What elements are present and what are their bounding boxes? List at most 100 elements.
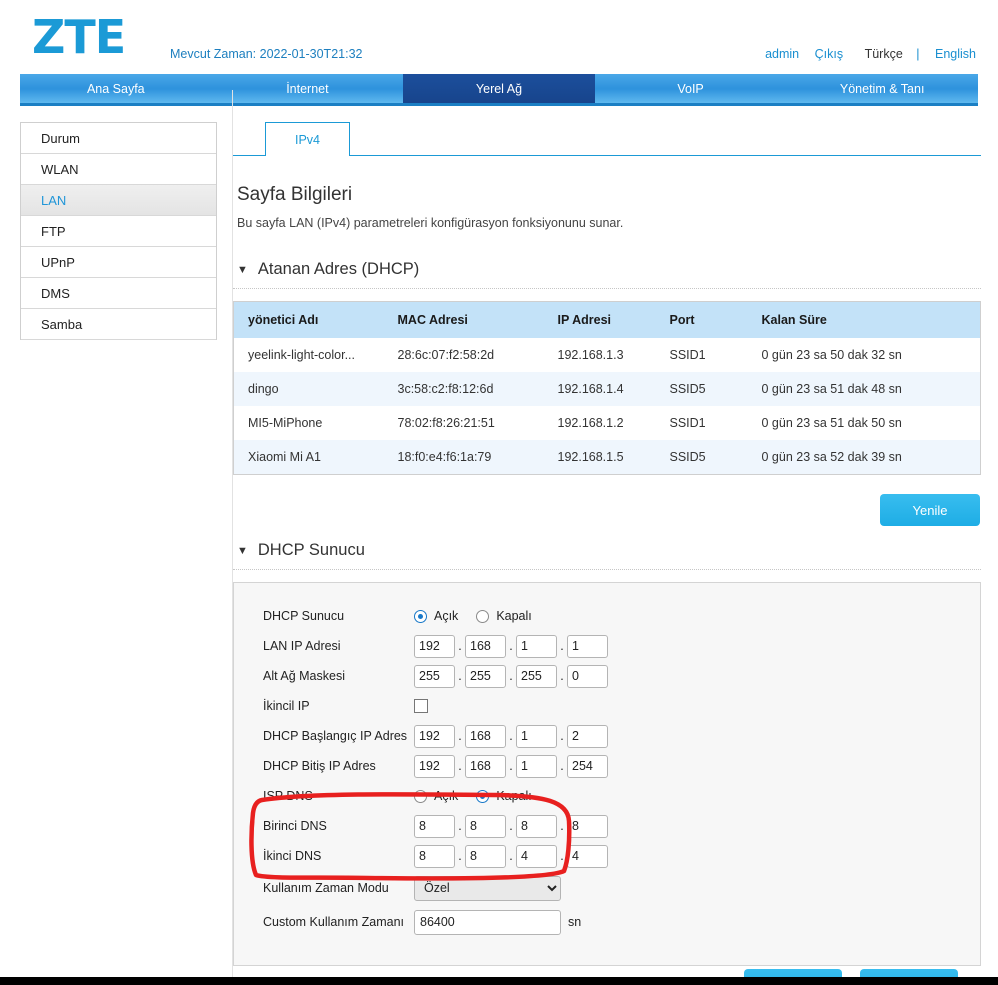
ip-dot: .: [509, 669, 513, 683]
ip-dot: .: [458, 669, 462, 683]
lan-ip-octet-3[interactable]: [516, 634, 557, 658]
lan-ip-octet-2[interactable]: [465, 634, 506, 658]
form-row-subnet-mask: Alt Ağ Maskesi . . .: [234, 661, 980, 691]
radio-on-icon: [476, 789, 490, 803]
sidebar-item-wlan[interactable]: WLAN: [21, 154, 216, 185]
radio-isp-dns-off[interactable]: Kapalı: [476, 789, 532, 803]
dhcp-start-octet-4[interactable]: [567, 724, 608, 748]
subnet-octet-4[interactable]: [567, 664, 608, 688]
table-row: dingo 3c:58:c2:f8:12:6d 192.168.1.4 SSID…: [233, 372, 981, 406]
form-row-primary-dns: Birinci DNS . . .: [234, 811, 980, 841]
cell-name: MI5-MiPhone: [233, 406, 384, 440]
sidebar-item-upnp[interactable]: UPnP: [21, 247, 216, 278]
sidebar: Durum WLAN LAN FTP UPnP DMS Samba: [20, 122, 217, 340]
sidebar-item-ftp[interactable]: FTP: [21, 216, 216, 247]
label-dhcp-start: DHCP Başlangıç IP Adres: [263, 729, 408, 743]
dhcp-end-octet-4[interactable]: [567, 754, 608, 778]
dhcp-end-octet-3[interactable]: [516, 754, 557, 778]
cell-port: SSID1: [655, 406, 748, 440]
cell-mac: 3c:58:c2:f8:12:6d: [383, 372, 544, 406]
dhcp-end-octet-2[interactable]: [465, 754, 506, 778]
ip-dot: .: [509, 729, 513, 743]
router-admin-page: ZTE Mevcut Zaman: 2022-01-30T21:32 admin…: [0, 0, 998, 985]
sidebar-item-dms[interactable]: DMS: [21, 278, 216, 309]
nav-item-local-network[interactable]: Yerel Ağ: [403, 74, 595, 103]
ip-dot: .: [458, 819, 462, 833]
label-secondary-dns: İkinci DNS: [263, 849, 322, 863]
admin-user-link[interactable]: admin: [765, 47, 799, 61]
zte-logo: ZTE: [32, 10, 126, 64]
lang-turkish[interactable]: Türkçe: [865, 47, 903, 61]
custom-lease-input[interactable]: [414, 909, 561, 935]
page-body: Durum WLAN LAN FTP UPnP DMS Samba IPv4 S…: [0, 106, 998, 985]
dhcp-start-octet-1[interactable]: [414, 724, 455, 748]
primary-dns-octet-3[interactable]: [516, 814, 557, 838]
tab-bar: IPv4: [233, 122, 981, 156]
label-lan-ip: LAN IP Adresi: [263, 639, 341, 653]
page-description: Bu sayfa LAN (IPv4) parametreleri konfig…: [237, 216, 624, 230]
lan-ip-octet-4[interactable]: [567, 634, 608, 658]
refresh-button[interactable]: Yenile: [880, 494, 980, 526]
dhcp-clients-table: yönetici Adı MAC Adresi IP Adresi Port K…: [233, 301, 981, 475]
cell-name: yeelink-light-color...: [233, 338, 384, 372]
page-title: Sayfa Bilgileri: [237, 184, 353, 205]
form-row-dhcp-start: DHCP Başlangıç IP Adres . . .: [234, 721, 980, 751]
ip-dot: .: [560, 759, 564, 773]
secondary-ip-checkbox[interactable]: [414, 699, 428, 713]
sidebar-item-lan[interactable]: LAN: [21, 185, 216, 216]
radio-dhcp-enable-off[interactable]: Kapalı: [476, 609, 532, 623]
lease-mode-select[interactable]: Özel: [414, 875, 561, 901]
cell-port: SSID1: [655, 338, 748, 372]
sidebar-item-samba[interactable]: Samba: [21, 309, 216, 340]
radio-label-off: Kapalı: [496, 789, 532, 803]
dhcp-server-heading: DHCP Sunucu: [257, 541, 365, 559]
bottom-black-strip: [0, 977, 998, 985]
lan-ip-octet-1[interactable]: [414, 634, 455, 658]
dhcp-server-form: DHCP Sunucu Açık Kapalı LAN IP Adresi 19…: [233, 582, 981, 985]
form-row-isp-dns: ISP DNS Açık Kapalı: [234, 781, 980, 811]
nav-item-management[interactable]: Yönetim & Tanı: [786, 74, 978, 103]
subnet-octet-1[interactable]: [414, 664, 455, 688]
label-custom-lease: Custom Kullanım Zamanı: [263, 915, 405, 929]
lang-english[interactable]: English: [935, 47, 976, 61]
lang-separator: |: [916, 47, 920, 61]
logout-link[interactable]: Çıkış: [815, 47, 843, 61]
subnet-octet-2[interactable]: [465, 664, 506, 688]
dhcp-start-octet-3[interactable]: [516, 724, 557, 748]
secondary-dns-octet-1[interactable]: [414, 844, 455, 868]
radio-label-on: Açık: [434, 609, 459, 623]
dhcp-server-section-header[interactable]: ▼ DHCP Sunucu: [237, 541, 981, 560]
dhcp-start-octet-2[interactable]: [465, 724, 506, 748]
dhcp-end-octet-1[interactable]: [414, 754, 455, 778]
radio-dhcp-enable-on[interactable]: Açık: [414, 609, 458, 623]
secondary-dns-octet-3[interactable]: [516, 844, 557, 868]
nav-item-internet[interactable]: İnternet: [212, 74, 404, 103]
assigned-address-section-header[interactable]: ▼ Atanan Adres (DHCP): [237, 260, 981, 279]
cell-lease: 0 gün 23 sa 51 dak 48 sn: [747, 372, 981, 406]
cell-ip: 192.168.1.2: [543, 406, 656, 440]
tab-ipv4[interactable]: IPv4: [265, 122, 350, 156]
secondary-dns-octet-2[interactable]: [465, 844, 506, 868]
secondary-dns-octet-4[interactable]: [567, 844, 608, 868]
column-header-lease: Kalan Süre: [747, 301, 981, 338]
cell-port: SSID5: [655, 440, 748, 475]
primary-dns-octet-2[interactable]: [465, 814, 506, 838]
ip-dot: .: [509, 849, 513, 863]
radio-isp-dns-on[interactable]: Açık: [414, 789, 458, 803]
sidebar-item-durum[interactable]: Durum: [21, 123, 216, 154]
nav-item-voip[interactable]: VoIP: [595, 74, 787, 103]
primary-dns-octet-4[interactable]: [567, 814, 608, 838]
subnet-octet-3[interactable]: [516, 664, 557, 688]
cell-ip: 192.168.1.5: [543, 440, 656, 475]
ip-dot: .: [458, 639, 462, 653]
label-lease-mode: Kullanım Zaman Modu: [263, 881, 389, 895]
table-header-row: yönetici Adı MAC Adresi IP Adresi Port K…: [233, 301, 981, 338]
ip-dot: .: [560, 819, 564, 833]
form-row-secondary-dns: İkinci DNS . . .: [234, 841, 980, 871]
label-dhcp-server: DHCP Sunucu: [263, 609, 345, 623]
primary-dns-octet-1[interactable]: [414, 814, 455, 838]
nav-item-home[interactable]: Ana Sayfa: [20, 74, 212, 103]
form-row-lease-mode: Kullanım Zaman Modu Özel: [234, 871, 980, 905]
cell-mac: 28:6c:07:f2:58:2d: [383, 338, 544, 372]
ip-dot: .: [458, 729, 462, 743]
